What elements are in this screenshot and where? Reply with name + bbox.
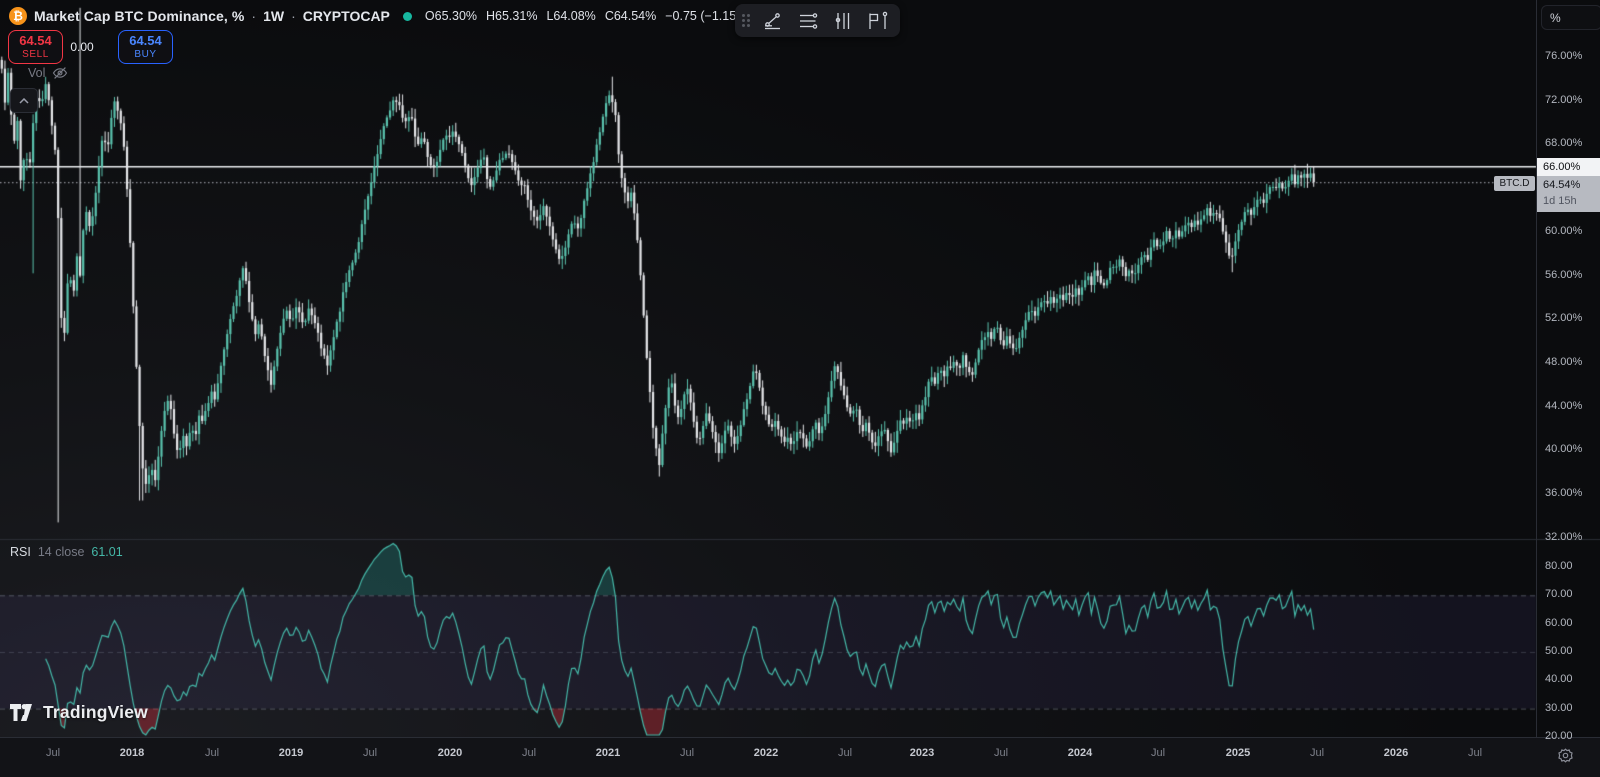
time-axis-month-label: Jul [837, 747, 853, 759]
time-axis-year-label: 2024 [1067, 747, 1093, 759]
rsi-legend[interactable]: RSI 14 close 61.01 [10, 545, 123, 559]
tradingview-logo-icon [10, 704, 32, 721]
price-tick-label: 44.00% [1545, 399, 1583, 412]
buy-price: 64.54 [129, 32, 162, 48]
time-axis-year-label: 2022 [753, 747, 779, 759]
chart-window: { "header": { "title": "Market Cap BTC D… [0, 0, 1600, 777]
time-axis-month-label: Jul [1150, 747, 1166, 759]
floating-drawing-toolbar[interactable] [735, 4, 900, 37]
pane-collapse-button[interactable] [10, 88, 38, 113]
time-axis-month-label: Jul [993, 747, 1009, 759]
vertical-lines-tool-icon[interactable] [829, 8, 857, 34]
volume-label: Vol [28, 66, 46, 80]
price-tick-label: 68.00% [1545, 137, 1583, 150]
spread-value: 0.00 [70, 40, 94, 54]
symbol-legend[interactable]: ₿ Market Cap BTC Dominance, % · 1W · CRY… [9, 7, 751, 25]
price-tick-label: 36.00% [1545, 487, 1583, 499]
horizontal-lines-tool-icon[interactable] [794, 8, 822, 34]
rsi-name: RSI [10, 545, 31, 559]
last-price-axis-label: 64.54% 1d 15h [1537, 176, 1600, 212]
time-axis-year-label: 2026 [1383, 747, 1409, 759]
ohlc-open: O65.30% [424, 9, 478, 23]
price-chart-canvas[interactable] [0, 0, 1600, 777]
price-tick-label: 32.00% [1545, 530, 1583, 543]
rsi-params: 14 close [37, 545, 85, 559]
interval-label[interactable]: 1W [263, 8, 284, 24]
time-axis-year-label: 2021 [595, 747, 621, 759]
rsi-tick-label: 30.00 [1545, 701, 1573, 714]
time-axis-month-label: Jul [45, 747, 61, 759]
price-tick-label: 48.00% [1545, 355, 1583, 368]
price-tick-label: 72.00% [1545, 93, 1583, 106]
bitcoin-icon: ₿ [9, 7, 27, 25]
time-axis-year-label: 2020 [437, 747, 463, 759]
price-tick-label: 40.00% [1545, 443, 1583, 456]
flag-marker-tool-icon[interactable] [864, 8, 892, 34]
market-status-dot [402, 11, 412, 21]
legend-separator2: · [291, 8, 296, 24]
ohlc-values: O65.30% H65.31% L64.08% C64.54% −0.75 (−… [425, 9, 752, 23]
time-axis-month-label: Jul [362, 747, 378, 759]
rsi-tick-label: 80.00 [1545, 560, 1573, 572]
bar-countdown: 1d 15h [1543, 195, 1577, 207]
rsi-tick-label: 20.00 [1545, 729, 1573, 742]
time-axis-year-label: 2019 [278, 747, 304, 759]
rsi-value: 61.01 [91, 545, 123, 559]
time-axis-month-label: Jul [204, 747, 220, 759]
rsi-tick-label: 50.00 [1545, 644, 1573, 657]
time-axis-year-label: 2018 [119, 747, 145, 759]
trend-line-tool-icon[interactable] [759, 8, 787, 34]
ohlc-low: L64.08% [546, 9, 596, 23]
buy-label: BUY [134, 49, 157, 61]
time-axis-year-label: 2025 [1225, 747, 1251, 759]
ohlc-high: H65.31% [486, 9, 538, 23]
toolbar-drag-handle-icon[interactable] [740, 12, 752, 29]
time-axis-month-label: Jul [1467, 747, 1483, 759]
price-tick-label: 52.00% [1545, 312, 1583, 325]
trade-panel: 64.54 SELL 0.00 64.54 BUY [8, 30, 173, 64]
sell-label: SELL [22, 49, 49, 61]
price-axis-unit-button[interactable]: % [1541, 5, 1600, 30]
time-axis-month-label: Jul [1309, 747, 1325, 759]
exchange-label[interactable]: CRYPTOCAP [303, 8, 390, 24]
tradingview-logo-text: TradingView [43, 702, 148, 722]
sell-price: 64.54 [19, 32, 52, 48]
legend-separator: · [251, 8, 257, 24]
eye-hidden-icon[interactable] [52, 66, 68, 80]
volume-indicator-row: Vol [28, 66, 68, 80]
chevron-up-icon [19, 97, 29, 104]
buy-button[interactable]: 64.54 BUY [118, 30, 173, 64]
time-axis[interactable] [0, 737, 1600, 777]
time-axis-month-label: Jul [521, 747, 537, 759]
symbol-title[interactable]: Market Cap BTC Dominance, % [34, 8, 244, 24]
symbol-price-tag: BTC.D [1494, 176, 1535, 191]
level-line-axis-label: 66.00% [1537, 158, 1600, 176]
ohlc-close: C64.54% [604, 9, 657, 23]
rsi-tick-label: 40.00 [1545, 673, 1573, 686]
time-axis-year-label: 2023 [909, 747, 935, 759]
time-axis-month-label: Jul [679, 747, 695, 759]
rsi-tick-label: 60.00 [1545, 616, 1573, 629]
price-tick-label: 56.00% [1545, 268, 1583, 281]
price-tick-label: 76.00% [1545, 50, 1583, 62]
last-price-value: 64.54% [1543, 179, 1581, 192]
rsi-tick-label: 70.00 [1545, 588, 1573, 601]
settings-gear-icon[interactable] [1556, 746, 1574, 764]
sell-button[interactable]: 64.54 SELL [8, 30, 63, 64]
price-tick-label: 60.00% [1545, 224, 1583, 237]
tradingview-logo[interactable]: TradingView [10, 702, 148, 723]
